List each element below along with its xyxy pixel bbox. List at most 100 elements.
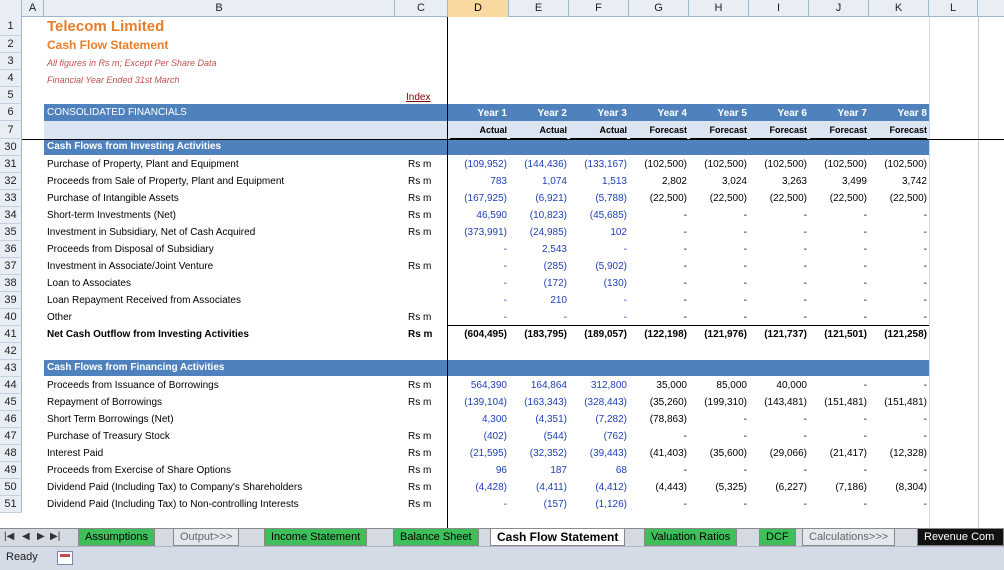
value-cell[interactable]: (604,495) [449,329,507,340]
row-header[interactable]: 43 [0,360,22,377]
value-cell[interactable]: - [449,278,507,289]
value-cell[interactable]: - [809,261,867,272]
value-cell[interactable]: 3,024 [689,176,747,187]
value-cell[interactable]: - [509,312,567,323]
value-cell[interactable]: - [689,210,747,221]
value-cell[interactable]: - [629,210,687,221]
row-header[interactable]: 7 [0,121,22,139]
value-cell[interactable]: (22,500) [809,193,867,204]
value-cell[interactable]: (157) [509,499,567,510]
value-cell[interactable]: 96 [449,465,507,476]
value-cell[interactable]: (35,260) [629,397,687,408]
value-cell[interactable]: 2,543 [509,244,567,255]
value-cell[interactable]: (121,737) [749,329,807,340]
value-cell[interactable]: - [809,210,867,221]
value-cell[interactable]: (4,411) [509,482,567,493]
value-cell[interactable]: 3,499 [809,176,867,187]
value-cell[interactable]: - [809,465,867,476]
value-cell[interactable]: (22,500) [629,193,687,204]
value-cell[interactable]: - [449,244,507,255]
row-header[interactable]: 5 [0,87,22,104]
value-cell[interactable]: - [689,312,747,323]
column-header-f[interactable]: F [569,0,629,17]
column-header-l[interactable]: L [929,0,978,17]
value-cell[interactable]: - [569,244,627,255]
value-cell[interactable]: 4,300 [449,414,507,425]
value-cell[interactable]: - [869,465,927,476]
value-cell[interactable]: (29,066) [749,448,807,459]
value-cell[interactable]: (4,443) [629,482,687,493]
value-cell[interactable]: (121,501) [809,329,867,340]
value-cell[interactable]: 187 [509,465,567,476]
value-cell[interactable]: 85,000 [689,380,747,391]
value-cell[interactable]: (5,325) [689,482,747,493]
value-cell[interactable]: (35,600) [689,448,747,459]
row-header[interactable]: 47 [0,428,22,445]
row-header[interactable]: 46 [0,411,22,428]
value-cell[interactable]: - [749,244,807,255]
value-cell[interactable]: - [449,312,507,323]
row-header[interactable]: 44 [0,377,22,394]
value-cell[interactable]: 312,800 [569,380,627,391]
next-sheet-icon[interactable]: ▶ [37,531,45,542]
value-cell[interactable]: - [809,244,867,255]
value-cell[interactable]: 2,802 [629,176,687,187]
value-cell[interactable]: (5,902) [569,261,627,272]
value-cell[interactable]: 164,864 [509,380,567,391]
value-cell[interactable]: (544) [509,431,567,442]
value-cell[interactable]: (12,328) [869,448,927,459]
value-cell[interactable]: - [809,227,867,238]
value-cell[interactable]: - [749,465,807,476]
value-cell[interactable]: (183,795) [509,329,567,340]
column-header-i[interactable]: I [749,0,809,17]
value-cell[interactable]: - [869,244,927,255]
value-cell[interactable]: - [749,499,807,510]
value-cell[interactable]: - [629,278,687,289]
value-cell[interactable]: (5,788) [569,193,627,204]
first-sheet-icon[interactable]: |◀ [4,531,14,542]
value-cell[interactable]: - [689,244,747,255]
column-header-d[interactable]: D [448,0,509,17]
last-sheet-icon[interactable]: ▶| [50,531,60,542]
value-cell[interactable]: - [869,227,927,238]
column-header-e[interactable]: E [509,0,569,17]
value-cell[interactable]: - [449,295,507,306]
row-header[interactable]: 50 [0,479,22,496]
value-cell[interactable]: (1,126) [569,499,627,510]
tab-calculations[interactable]: Calculations>>> [802,529,896,546]
row-header[interactable]: 36 [0,241,22,258]
row-header[interactable]: 4 [0,70,22,87]
value-cell[interactable]: - [869,312,927,323]
value-cell[interactable]: - [449,499,507,510]
value-cell[interactable]: - [449,261,507,272]
value-cell[interactable]: - [869,261,927,272]
value-cell[interactable]: 102 [569,227,627,238]
row-header[interactable]: 51 [0,496,22,513]
value-cell[interactable]: - [689,499,747,510]
row-header[interactable]: 49 [0,462,22,479]
value-cell[interactable]: - [629,295,687,306]
row-header[interactable]: 6 [0,104,22,121]
tab-revenue-com[interactable]: Revenue Com [917,529,1004,546]
value-cell[interactable]: 564,390 [449,380,507,391]
value-cell[interactable]: - [869,380,927,391]
value-cell[interactable]: (139,104) [449,397,507,408]
value-cell[interactable]: - [569,312,627,323]
value-cell[interactable]: - [629,499,687,510]
row-header[interactable]: 3 [0,53,22,70]
value-cell[interactable]: (102,500) [629,159,687,170]
value-cell[interactable]: (6,921) [509,193,567,204]
value-cell[interactable]: - [809,499,867,510]
value-cell[interactable]: (102,500) [809,159,867,170]
value-cell[interactable]: (151,481) [869,397,927,408]
value-cell[interactable]: - [809,295,867,306]
value-cell[interactable]: - [749,261,807,272]
column-header-h[interactable]: H [689,0,749,17]
value-cell[interactable]: (22,500) [689,193,747,204]
row-header[interactable]: 38 [0,275,22,292]
row-header[interactable]: 45 [0,394,22,411]
value-cell[interactable]: (22,500) [869,193,927,204]
column-header-g[interactable]: G [629,0,689,17]
row-header[interactable]: 1 [0,17,22,36]
prev-sheet-icon[interactable]: ◀ [22,531,30,542]
